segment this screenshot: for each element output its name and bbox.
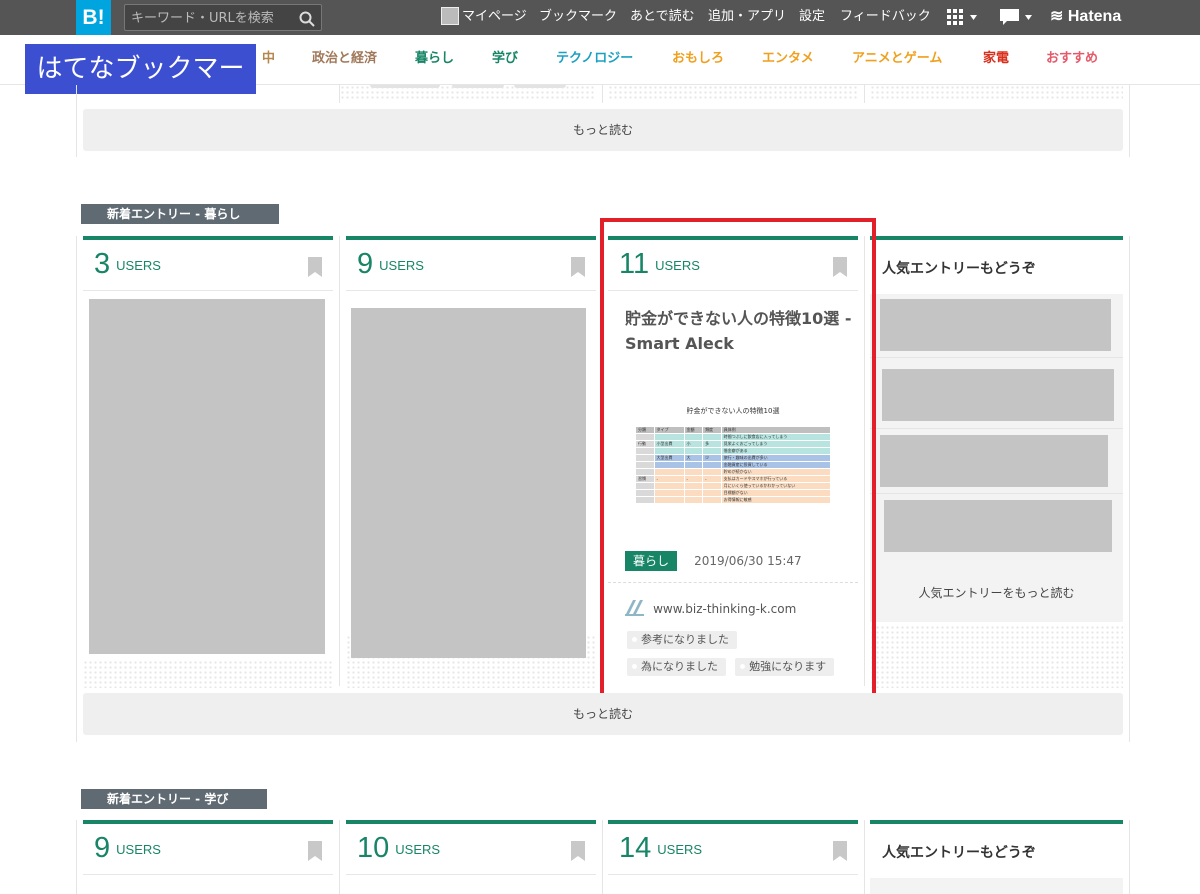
popular-entries-panel: 人気エントリーもどうぞ xyxy=(870,820,1123,894)
chevron-down-icon[interactable] xyxy=(970,15,977,20)
list-separator xyxy=(870,493,1123,494)
section-label[interactable]: 新着エントリー - 学び xyxy=(81,789,267,809)
read-more-button[interactable]: もっと読む xyxy=(83,693,1123,735)
hatena-wave-icon: ≋ xyxy=(1050,8,1064,25)
card-separator xyxy=(83,874,333,875)
popular-list xyxy=(870,878,1123,894)
chevron-down-icon[interactable] xyxy=(1025,15,1032,20)
bookmark-add-icon[interactable] xyxy=(571,257,585,277)
popular-more-button[interactable]: 人気エントリーをもっと読む xyxy=(870,564,1123,622)
card-divider xyxy=(339,85,340,103)
highlight-annotation-box xyxy=(600,218,876,700)
brand-title[interactable]: はてなブックマーク xyxy=(25,44,256,134)
nav-mypage[interactable]: マイページ xyxy=(462,0,527,35)
section-border xyxy=(1129,236,1130,742)
card-divider xyxy=(602,85,603,103)
entry-card[interactable]: 9 USERS xyxy=(83,820,333,894)
category-tab-appliances[interactable]: 家電 xyxy=(983,35,1009,85)
nav-add-app[interactable]: 追加・アプリ xyxy=(708,0,786,35)
popular-entries-title: 人気エントリーもどうぞ xyxy=(882,261,1036,277)
list-separator xyxy=(870,428,1123,429)
section-border xyxy=(1129,820,1130,894)
card-divider xyxy=(602,820,603,894)
bookmark-count[interactable]: 14 USERS xyxy=(619,832,702,865)
card-separator xyxy=(83,290,333,291)
nav-read-later[interactable]: あとで読む xyxy=(630,0,695,35)
popular-entry-thumbnail[interactable] xyxy=(884,500,1112,552)
category-tab-fun[interactable]: おもしろ xyxy=(672,35,724,85)
category-tab-learning[interactable]: 学び xyxy=(492,35,518,85)
bookmark-add-icon[interactable] xyxy=(833,841,847,861)
section-border xyxy=(76,820,77,894)
notification-balloon-icon[interactable] xyxy=(1000,9,1019,26)
hatena-logo[interactable]: ≋ Hatena xyxy=(1050,0,1121,35)
search-input[interactable] xyxy=(131,9,291,27)
popular-list: 人気エントリーをもっと読む xyxy=(870,294,1123,622)
apps-grid-icon[interactable] xyxy=(947,9,964,26)
card-divider xyxy=(339,236,340,686)
comment-chip-remnant xyxy=(452,85,504,88)
bookmark-count[interactable]: 9 USERS xyxy=(357,248,424,281)
hatena-bookmark-logo[interactable]: B! xyxy=(76,0,111,35)
entry-thumbnail-placeholder[interactable] xyxy=(351,308,586,658)
entry-card[interactable]: 9 USERS xyxy=(346,236,596,688)
nav-feedback[interactable]: フィードバック xyxy=(840,0,931,35)
category-tab-entertainment[interactable]: エンタメ xyxy=(762,35,814,85)
popular-entry-thumbnail[interactable] xyxy=(880,435,1108,487)
section-border xyxy=(76,236,77,742)
popular-entry-thumbnail[interactable] xyxy=(882,369,1114,421)
card-remnant xyxy=(870,85,1123,101)
comment-chip-remnant xyxy=(514,85,566,88)
search-icon[interactable] xyxy=(299,11,315,27)
list-separator xyxy=(870,357,1123,358)
category-tab-headline[interactable]: 中 xyxy=(262,35,275,85)
card-remnant xyxy=(608,85,858,101)
bookmark-add-icon[interactable] xyxy=(571,841,585,861)
entry-thumbnail-placeholder[interactable] xyxy=(89,299,325,654)
card-divider xyxy=(864,85,865,103)
nav-bookmark[interactable]: ブックマーク xyxy=(539,0,617,35)
user-avatar[interactable] xyxy=(441,7,459,25)
bookmark-add-icon[interactable] xyxy=(308,257,322,277)
comment-chip-remnant xyxy=(370,85,440,88)
category-tab-politics[interactable]: 政治と経済 xyxy=(312,35,377,85)
popular-entries-title: 人気エントリーもどうぞ xyxy=(882,845,1036,861)
search-box[interactable] xyxy=(124,4,322,31)
card-divider xyxy=(339,820,340,894)
entry-card[interactable]: 14 USERS xyxy=(608,820,858,894)
bookmark-count[interactable]: 3 USERS xyxy=(94,248,161,281)
card-separator xyxy=(346,874,596,875)
card-separator xyxy=(346,290,596,291)
card-divider xyxy=(864,820,865,894)
bookmark-count[interactable]: 9 USERS xyxy=(94,832,161,865)
read-more-button[interactable]: もっと読む xyxy=(83,109,1123,151)
category-tab-life[interactable]: 暮らし xyxy=(415,35,454,85)
section-border xyxy=(1129,85,1130,157)
category-tab-recommended[interactable]: おすすめ xyxy=(1046,35,1098,85)
card-separator xyxy=(608,874,858,875)
bookmark-add-icon[interactable] xyxy=(308,841,322,861)
bookmark-count[interactable]: 10 USERS xyxy=(357,832,440,865)
entry-card[interactable]: 3 USERS xyxy=(83,236,333,688)
category-tab-anime-game[interactable]: アニメとゲーム xyxy=(852,35,942,85)
nav-settings[interactable]: 設定 xyxy=(799,0,825,35)
popular-entries-panel: 人気エントリーもどうぞ 人気エントリーをもっと読む xyxy=(870,236,1123,688)
section-label[interactable]: 新着エントリー - 暮らし xyxy=(81,204,279,224)
section-border xyxy=(76,85,77,157)
panel-footer-pattern xyxy=(870,625,1123,688)
popular-entry-thumbnail[interactable] xyxy=(880,299,1111,351)
card-footer-pattern xyxy=(83,660,333,688)
category-tab-technology[interactable]: テクノロジー xyxy=(556,35,633,85)
entry-card[interactable]: 10 USERS xyxy=(346,820,596,894)
